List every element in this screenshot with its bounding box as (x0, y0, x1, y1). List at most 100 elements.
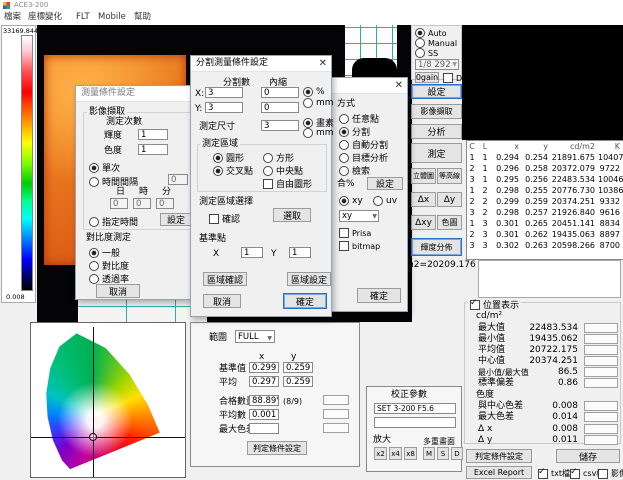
table-row[interactable]: 220.2990.25920374.2519332 (467, 196, 623, 207)
pct-radio[interactable] (303, 87, 313, 97)
size-mm-option[interactable]: mm (303, 128, 334, 138)
uv-radio[interactable] (373, 196, 383, 206)
size-field[interactable]: 3 (261, 120, 299, 131)
xy-option[interactable]: xy (339, 196, 363, 206)
exposure-ss-option[interactable]: SS (415, 48, 438, 58)
save-button[interactable]: 儲存 (556, 449, 620, 463)
free-shape-checkbox[interactable] (263, 179, 273, 189)
auto-radio[interactable] (415, 28, 425, 38)
menu-help[interactable]: 幫助 (134, 12, 151, 23)
auto-split-option[interactable]: 自動分割 (339, 138, 388, 151)
single-option[interactable]: 單次 (89, 161, 120, 174)
method-ok-button[interactable]: 確定 (357, 288, 401, 303)
timed-radio[interactable] (89, 217, 99, 227)
measure-dialog-titlebar[interactable]: 測量條件設定 (76, 86, 204, 102)
multi-m-button[interactable]: M (423, 447, 435, 460)
base-y-field[interactable]: 1 (289, 247, 311, 258)
judge-condition-button[interactable]: 判定條件設定 (247, 441, 307, 455)
uv-option[interactable]: uv (373, 196, 397, 206)
search-option[interactable]: 檢索 (339, 164, 370, 177)
coord-select[interactable]: xy▼ (339, 210, 379, 222)
calib-set-field[interactable]: SET 3-200 F5.6 (374, 403, 456, 414)
txt-file-option[interactable]: txt檔 (538, 468, 570, 479)
menu-flt[interactable]: FLT (76, 12, 90, 23)
preview-image[interactable] (462, 25, 623, 140)
base-x-field[interactable]: 1 (241, 247, 263, 258)
excel-report-button[interactable]: Excel Report (466, 466, 532, 479)
pixel-radio[interactable] (303, 118, 313, 128)
mm-radio[interactable] (303, 98, 313, 108)
avg-x-field[interactable]: 0.297 (249, 376, 279, 387)
cross-radio[interactable] (213, 166, 223, 176)
shutter-select[interactable]: 1/8 292▼ (415, 59, 459, 70)
size-mm-radio[interactable] (303, 128, 313, 138)
csv-checkbox[interactable] (570, 469, 580, 479)
auto-split-radio[interactable] (339, 140, 349, 150)
delta-xy-button[interactable]: Δxy (411, 215, 436, 230)
single-radio[interactable] (89, 163, 99, 173)
general-option[interactable]: 一般 (89, 246, 120, 259)
interval-option[interactable]: 時間間隔 (89, 175, 138, 188)
center-option[interactable]: 中央點 (263, 164, 303, 177)
table-row[interactable]: 230.3010.26219435.0638897 (467, 229, 623, 240)
image-file-option[interactable]: 影像檔 (598, 468, 623, 479)
contour-button[interactable]: 等高線 (437, 168, 462, 184)
multi-s-button[interactable]: S (437, 447, 449, 460)
contrast-option[interactable]: 對比度 (89, 259, 129, 272)
stats-judge-button[interactable]: 判定條件設定 (466, 449, 532, 463)
manual-radio[interactable] (415, 38, 425, 48)
position-checkbox[interactable] (470, 300, 480, 310)
hour-field[interactable]: 0 (133, 198, 151, 209)
close-icon[interactable]: ✕ (319, 56, 327, 71)
colorbar-gradient[interactable] (21, 35, 33, 291)
exposure-manual-option[interactable]: Manual (415, 38, 457, 48)
split-cancel-button[interactable]: 取消 (203, 294, 241, 308)
confirm-checkbox[interactable] (209, 214, 219, 224)
prisa-checkbox[interactable] (339, 228, 349, 238)
solid-view-button[interactable]: 立體圖 (411, 168, 436, 184)
timed-option[interactable]: 指定時間 (89, 215, 138, 228)
split-ok-button[interactable]: 確定 (283, 293, 327, 309)
area-confirm-button[interactable]: 區域確認 (203, 272, 247, 286)
image-checkbox[interactable] (598, 469, 608, 479)
cross-option[interactable]: 交叉點 (213, 164, 253, 177)
table-row[interactable]: 310.2950.25622483.53410046 (467, 174, 623, 185)
zoom-x2-button[interactable]: x2 (374, 447, 387, 460)
chroma-count-field[interactable]: 1 (138, 144, 168, 155)
mean-field[interactable]: 0.001 (249, 409, 279, 420)
pass-count-field[interactable]: 88.89% (249, 395, 279, 406)
ss-radio[interactable] (415, 48, 425, 58)
div-x-field[interactable]: 3 (205, 87, 243, 98)
ref-x-field[interactable]: 0.299 (249, 362, 279, 373)
xy-radio[interactable] (339, 196, 349, 206)
ref-y-field[interactable]: 0.259 (283, 362, 313, 373)
table-row[interactable]: 110.2940.25421891.67510407 (467, 152, 623, 163)
square-option[interactable]: 方形 (263, 151, 294, 164)
pick-button[interactable]: 選取 (273, 208, 311, 222)
position-display-option[interactable]: 位置表示 (468, 298, 521, 311)
measurement-table[interactable]: CLxycd/m2K110.2940.25421891.67510407210.… (466, 140, 623, 260)
set-button[interactable]: 設定 (411, 84, 462, 99)
min-field[interactable]: 0 (156, 198, 174, 209)
target-radio[interactable] (339, 153, 349, 163)
method-set-button[interactable]: 設定 (367, 177, 403, 190)
trans-radio[interactable] (89, 274, 99, 284)
delta-y-button[interactable]: Δy (437, 192, 462, 207)
circle-option[interactable]: 圓形 (213, 151, 244, 164)
inset-pct-option[interactable]: % (303, 87, 325, 97)
avg-y-field[interactable]: 0.259 (283, 376, 313, 387)
exposure-auto-option[interactable]: Auto (415, 28, 447, 38)
result-listbox[interactable] (478, 260, 621, 298)
analyze-button[interactable]: 分析 (411, 124, 462, 139)
circle-radio[interactable] (213, 153, 223, 163)
table-row[interactable]: 120.2980.25520776.73010386 (467, 185, 623, 196)
contrast-radio[interactable] (89, 261, 99, 271)
center-radio[interactable] (263, 166, 273, 176)
general-radio[interactable] (89, 248, 99, 258)
div-y-field[interactable]: 3 (205, 102, 243, 113)
interval-radio[interactable] (89, 177, 99, 187)
menu-file[interactable]: 檔案 (4, 12, 21, 23)
bitmap-option[interactable]: bitmap (339, 241, 380, 251)
menu-coord[interactable]: 座標變化 (28, 12, 62, 23)
prisa-option[interactable]: Prisa (339, 228, 371, 238)
